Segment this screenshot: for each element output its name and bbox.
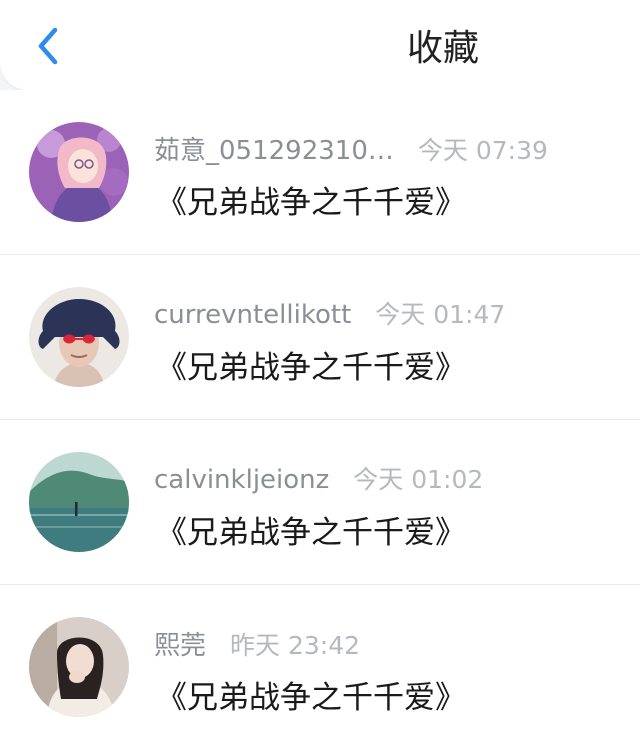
avatar[interactable] xyxy=(29,122,129,222)
timestamp: 昨天 23:42 xyxy=(230,631,361,660)
page-title: 收藏 xyxy=(406,28,479,69)
timestamp: 今天 01:02 xyxy=(353,465,484,494)
top-bar: 收藏 xyxy=(0,0,640,90)
username[interactable]: currevntellikott xyxy=(154,300,351,330)
list-item[interactable]: currevntellikott 今天 01:47 《兄弟战争之千千爱》 xyxy=(0,255,640,420)
favorites-list: 茹意_051292310… 今天 07:39 《兄弟战争之千千爱》 currev… xyxy=(0,90,640,738)
timestamp: 今天 01:47 xyxy=(375,300,506,329)
username[interactable]: calvinkljeionz xyxy=(154,465,329,495)
item-meta: 茹意_051292310… 今天 07:39 xyxy=(154,130,548,166)
item-meta: 熙莞 昨天 23:42 xyxy=(154,625,360,661)
avatar[interactable] xyxy=(29,617,129,717)
username[interactable]: 茹意_051292310… xyxy=(154,130,394,167)
list-item[interactable]: calvinkljeionz 今天 01:02 《兄弟战争之千千爱》 xyxy=(0,420,640,585)
favorite-content[interactable]: 《兄弟战争之千千爱》 xyxy=(156,177,466,222)
avatar[interactable] xyxy=(29,452,129,552)
favorite-content[interactable]: 《兄弟战争之千千爱》 xyxy=(156,342,466,387)
favorite-content[interactable]: 《兄弟战争之千千爱》 xyxy=(156,507,466,552)
list-item[interactable]: 茹意_051292310… 今天 07:39 《兄弟战争之千千爱》 xyxy=(0,90,640,255)
item-meta: currevntellikott 今天 01:47 xyxy=(154,295,505,331)
avatar[interactable] xyxy=(29,287,129,387)
list-item[interactable]: 熙莞 昨天 23:42 《兄弟战争之千千爱》 xyxy=(0,585,640,738)
timestamp: 今天 07:39 xyxy=(417,136,548,165)
item-meta: calvinkljeionz 今天 01:02 xyxy=(154,460,483,496)
username[interactable]: 熙莞 xyxy=(154,625,206,662)
favorite-content[interactable]: 《兄弟战争之千千爱》 xyxy=(156,672,466,717)
